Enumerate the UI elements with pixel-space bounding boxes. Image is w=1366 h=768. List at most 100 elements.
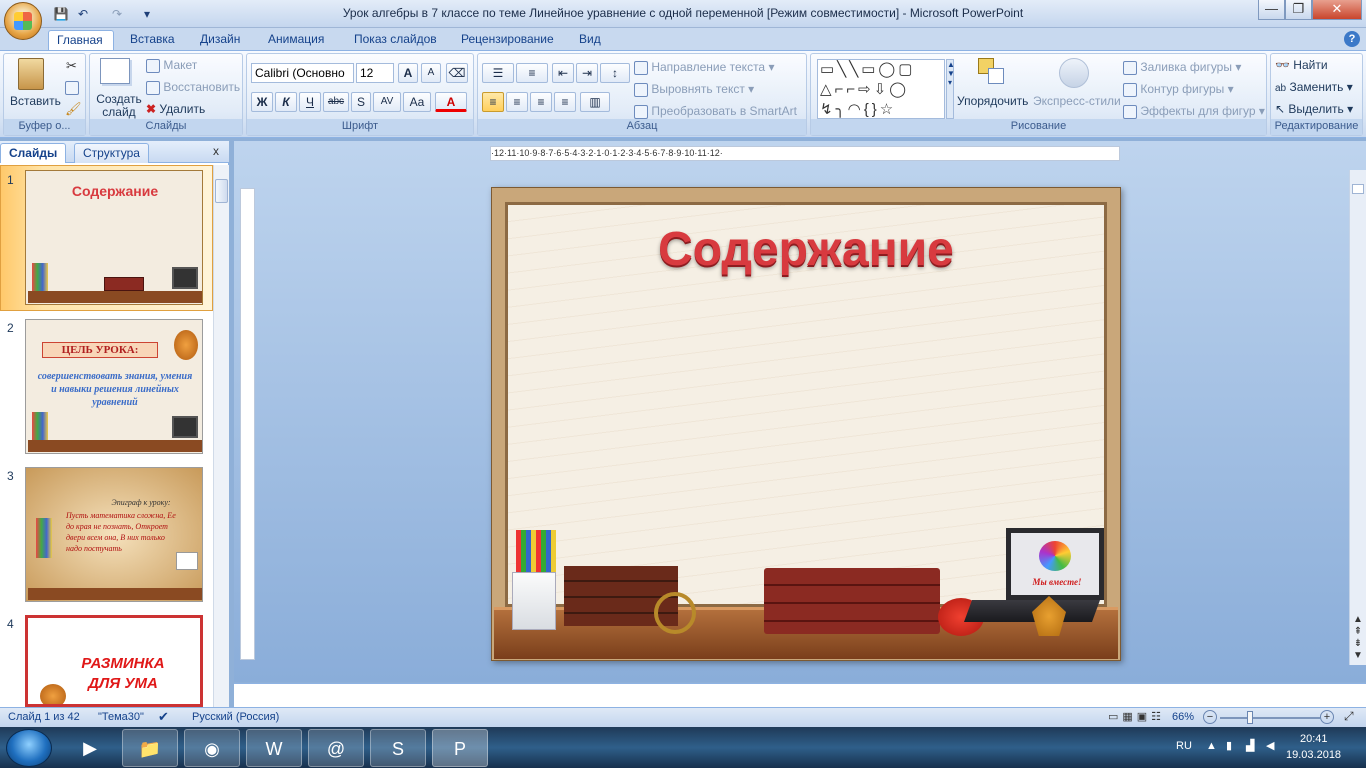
zoom-slider-thumb[interactable] (1247, 711, 1253, 724)
quick-styles-button[interactable]: Экспресс-стили (1033, 94, 1121, 108)
notes-pane[interactable] (234, 683, 1366, 707)
select-button[interactable]: ↖ Выделить ▾ (1275, 102, 1353, 116)
slide-title[interactable]: Содержание (491, 222, 1121, 277)
slide-thumbnail-2[interactable]: ЦЕЛЬ УРОКА: совершенствовать знания, уме… (25, 319, 203, 454)
shape-fill-button[interactable]: Заливка фигуры ▾ (1123, 60, 1241, 75)
underline-button[interactable]: Ч (299, 92, 321, 112)
format-painter-icon[interactable]: 🖌 (65, 101, 82, 117)
close-button[interactable]: ✕ (1312, 0, 1362, 20)
strikethrough-button[interactable]: abc (323, 92, 349, 112)
align-center-icon[interactable]: ≡ (506, 92, 528, 112)
tab-slideshow[interactable]: Показ слайдов (346, 30, 445, 50)
slide-thumbnail-1[interactable]: Содержание (25, 170, 203, 305)
customize-qat-icon[interactable]: ▾ (138, 5, 156, 23)
shrink-font-button[interactable]: A (421, 63, 441, 83)
start-button[interactable] (6, 729, 52, 767)
copy-icon[interactable] (65, 81, 79, 95)
char-spacing-button[interactable]: AV (373, 92, 401, 112)
show-hidden-icons[interactable]: ▲ (1206, 740, 1217, 752)
arrange-button[interactable]: Упорядочить (957, 94, 1028, 108)
bold-button[interactable]: Ж (251, 92, 273, 112)
volume-icon[interactable]: ◀ (1266, 739, 1274, 752)
shadow-button[interactable]: S (351, 92, 371, 112)
language-indicator[interactable]: Русский (Россия) (192, 711, 279, 723)
text-direction-button[interactable]: Направление текста ▾ (634, 60, 774, 75)
tab-home[interactable]: Главная (48, 30, 114, 50)
tab-slides[interactable]: Слайды (0, 143, 67, 163)
reset-button[interactable]: Восстановить (146, 80, 240, 95)
numbering-icon[interactable]: ≡ (516, 63, 548, 83)
bullets-icon[interactable]: ☰ (482, 63, 514, 83)
minimize-button[interactable]: — (1258, 0, 1285, 20)
help-icon[interactable]: ? (1344, 31, 1360, 47)
shapes-gallery[interactable]: ▭╲╲▭◯▢ △⌐⌐⇨⇩◯ ↯╮◠{}☆ (817, 59, 945, 119)
scroll-thumb[interactable] (1352, 184, 1364, 194)
close-pane-icon[interactable]: x (213, 144, 219, 158)
chrome-icon[interactable]: ◉ (184, 729, 240, 767)
grow-font-button[interactable]: A (398, 63, 418, 83)
file-explorer-icon[interactable]: 📁 (122, 729, 178, 767)
clock-time[interactable]: 20:41 (1300, 733, 1328, 745)
tab-view[interactable]: Вид (571, 30, 609, 50)
tab-design[interactable]: Дизайн (192, 30, 248, 50)
zoom-in-icon[interactable]: + (1320, 710, 1334, 724)
slide-scrollbar[interactable]: ▲ ⇞ ⇟ ▼ (1349, 170, 1366, 665)
tab-review[interactable]: Рецензирование (453, 30, 562, 50)
tab-outline[interactable]: Структура (74, 143, 149, 163)
new-slide-button[interactable]: Создать слайд (96, 93, 142, 119)
delete-button[interactable]: ✖ Удалить (146, 102, 205, 116)
align-right-icon[interactable]: ≡ (530, 92, 552, 112)
clear-format-icon[interactable]: ⌫ (446, 63, 468, 83)
align-left-icon[interactable]: ≡ (482, 92, 504, 112)
media-player-icon[interactable]: ▶ (62, 729, 118, 767)
network-icon[interactable]: ▟ (1246, 739, 1254, 752)
italic-button[interactable]: К (275, 92, 297, 112)
justify-icon[interactable]: ≡ (554, 92, 576, 112)
change-case-button[interactable]: Aa (403, 92, 431, 112)
tab-animation[interactable]: Анимация (260, 30, 332, 50)
tab-insert[interactable]: Вставка (122, 30, 183, 50)
columns-icon[interactable]: ▥ (580, 92, 610, 112)
clock-date[interactable]: 19.03.2018 (1286, 749, 1341, 761)
undo-icon[interactable]: ↶ (74, 5, 92, 23)
editing-group-label: Редактирование (1271, 119, 1362, 135)
slides-pane-scrollbar[interactable] (213, 165, 229, 707)
battery-icon[interactable]: ▮ (1226, 739, 1232, 752)
shapes-gallery-scroll[interactable]: ▲ ▼ ▾ (946, 59, 955, 119)
office-button[interactable] (4, 2, 42, 40)
slide-thumbnail-3[interactable]: Эпиграф к уроку: Пусть математика сложна… (25, 467, 203, 602)
view-buttons[interactable]: ▭▦▣☷ (1108, 710, 1170, 723)
language-switch[interactable]: RU (1176, 740, 1192, 752)
zoom-level[interactable]: 66% (1172, 711, 1194, 723)
font-size-select[interactable]: 12 (356, 63, 394, 83)
font-family-select[interactable]: Calibri (Основно (251, 63, 354, 83)
save-icon[interactable]: 💾 (52, 5, 70, 23)
slide-thumbnail-4[interactable]: РАЗМИНКА ДЛЯ УМА (25, 615, 203, 707)
decrease-indent-icon[interactable]: ⇤ (552, 63, 574, 83)
layout-button[interactable]: Макет (146, 58, 197, 73)
shape-outline-button[interactable]: Контур фигуры ▾ (1123, 82, 1234, 97)
line-spacing-icon[interactable]: ↕ (600, 63, 630, 83)
spellcheck-icon[interactable]: ✔ (158, 709, 169, 725)
skype-icon[interactable]: S (370, 729, 426, 767)
mail-ru-agent-icon[interactable]: @ (308, 729, 364, 767)
shape-effects-button[interactable]: Эффекты для фигур ▾ (1123, 104, 1265, 119)
cut-icon[interactable]: ✂ (66, 58, 77, 74)
replace-button[interactable]: ab Заменить ▾ (1275, 80, 1353, 94)
paste-icon (18, 58, 44, 90)
paste-button[interactable]: Вставить (10, 94, 61, 108)
redo-icon[interactable]: ↷ (108, 5, 126, 23)
zoom-out-icon[interactable]: − (1203, 710, 1217, 724)
word-icon[interactable]: W (246, 729, 302, 767)
find-button[interactable]: 👓 Найти (1275, 58, 1328, 72)
fit-to-window-icon[interactable]: ⤢ (1344, 709, 1354, 724)
font-color-button[interactable]: A (435, 92, 467, 112)
scroll-thumb[interactable] (215, 179, 228, 203)
smartart-button[interactable]: Преобразовать в SmartArt (634, 104, 797, 119)
increase-indent-icon[interactable]: ⇥ (576, 63, 598, 83)
align-text-button[interactable]: Выровнять текст ▾ (634, 82, 754, 97)
powerpoint-icon[interactable]: P (432, 729, 488, 767)
page-nav-icon[interactable]: ▲ ⇞ ⇟ ▼ (1352, 614, 1364, 662)
zoom-slider[interactable] (1220, 717, 1320, 719)
maximize-button[interactable]: ❐ (1285, 0, 1312, 20)
